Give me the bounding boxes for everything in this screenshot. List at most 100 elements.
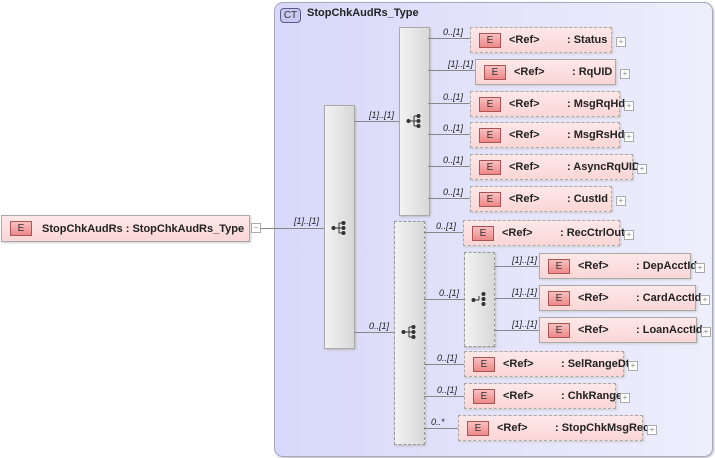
element-name: : CardAcctId [636, 292, 702, 304]
expand-toggle[interactable]: + [624, 230, 634, 240]
cardinality-label: 0..[1] [437, 385, 458, 395]
element-ref[interactable]: E <Ref> : AsyncRqUID [470, 154, 640, 180]
sequence-icon [406, 113, 422, 132]
element-name: : Status [567, 34, 608, 46]
ref-label: <Ref> [509, 161, 540, 173]
element-badge: E [10, 221, 32, 236]
connector [428, 134, 470, 135]
element-badge: E [479, 127, 501, 143]
element-ref[interactable]: E <Ref> : SelRangeDt [464, 351, 629, 377]
element-name: : LoanAcctId [636, 324, 703, 336]
ref-label: <Ref> [578, 260, 609, 272]
element-badge: E [479, 96, 501, 112]
cardinality-label: [1]..[1] [512, 287, 538, 297]
element-name: : StopChkMsgRec [555, 422, 650, 434]
ref-label: <Ref> [509, 129, 540, 141]
ref-label: <Ref> [503, 358, 534, 370]
ref-label: <Ref> [509, 34, 540, 46]
connector [261, 228, 324, 229]
element-ref[interactable]: E <Ref> : StopChkMsgRec [458, 415, 649, 441]
connector [424, 299, 464, 300]
cardinality-label: [1]..[1] [512, 255, 538, 265]
connector [354, 332, 394, 333]
expand-toggle[interactable]: + [628, 361, 638, 371]
ref-label: <Ref> [578, 324, 609, 336]
cardinality-label: [1]..[1] [448, 59, 474, 69]
ref-label: <Ref> [509, 193, 540, 205]
ref-label: <Ref> [514, 66, 545, 78]
ref-label: <Ref> [502, 227, 533, 239]
connector [428, 198, 470, 199]
element-badge: E [473, 388, 495, 404]
element-badge: E [484, 64, 506, 80]
cardinality-label: 0..[1] [439, 288, 460, 298]
cardinality-label: [1]..[1] [512, 319, 538, 329]
expand-toggle[interactable]: + [616, 196, 626, 206]
cardinality-label: [1]..[1] [294, 216, 320, 226]
cardinality-label: 0..[1] [437, 353, 458, 363]
element-name: : AsyncRqUID [567, 161, 640, 173]
element-name: : SelRangeDt [561, 358, 630, 370]
expand-toggle[interactable]: + [701, 327, 711, 337]
cardinality-label: 0..[1] [369, 321, 390, 331]
ref-label: <Ref> [497, 422, 528, 434]
element-badge: E [548, 290, 570, 306]
element-badge: E [473, 356, 495, 372]
collapse-toggle[interactable]: − [251, 223, 261, 233]
expand-toggle[interactable]: + [637, 164, 647, 174]
element-badge: E [548, 258, 570, 274]
sequence-icon [401, 324, 417, 343]
connector [424, 364, 464, 365]
ref-label: <Ref> [578, 292, 609, 304]
element-ref[interactable]: E <Ref>: MsgRsHdr [470, 122, 629, 148]
element-name: : RqUID [572, 66, 613, 78]
connector [424, 232, 463, 233]
element-ref[interactable]: E <Ref> : LoanAcctId [539, 317, 703, 343]
element-ref[interactable]: E <Ref> : CustId [470, 186, 612, 212]
cardinality-label: 0..[1] [443, 27, 464, 37]
connector [428, 70, 475, 71]
connector [424, 396, 464, 397]
expand-toggle[interactable]: + [620, 69, 630, 79]
complex-type-title: StopChkAudRs_Type [307, 7, 419, 19]
expand-toggle[interactable]: + [624, 101, 634, 111]
element-name: : CustId [567, 193, 608, 205]
element-ref[interactable]: E <Ref>: ChkRange [464, 383, 622, 409]
element-ref[interactable]: E <Ref> : RqUID [475, 59, 616, 85]
connector [424, 428, 458, 429]
ref-label: <Ref> [509, 98, 540, 110]
expand-toggle[interactable]: + [616, 37, 626, 47]
root-element[interactable]: E StopChkAudRs : StopChkAudRs_Type [1, 215, 250, 242]
expand-toggle[interactable]: + [700, 295, 710, 305]
expand-toggle[interactable]: + [695, 263, 705, 273]
ref-label: <Ref> [503, 390, 534, 402]
cardinality-label: 0..* [431, 417, 445, 427]
cardinality-label: 0..[1] [443, 187, 464, 197]
element-name: : RecCtrlOut [560, 227, 625, 239]
complex-type-badge: CT [280, 8, 301, 23]
element-ref[interactable]: E <Ref>: DepAcctId [539, 253, 697, 279]
element-ref[interactable]: E <Ref>: RecCtrlOut [463, 220, 625, 246]
root-element-label: StopChkAudRs : StopChkAudRs_Type [42, 222, 245, 235]
connector [494, 330, 539, 331]
cardinality-label: [1]..[1] [369, 110, 395, 120]
expand-toggle[interactable]: + [647, 425, 657, 435]
element-badge: E [479, 159, 501, 175]
connector [428, 166, 470, 167]
element-ref[interactable]: E <Ref>: MsgRqHdr [470, 91, 629, 117]
element-ref[interactable]: E <Ref>: Status [470, 27, 612, 53]
element-badge: E [467, 420, 489, 436]
sequence-icon [331, 220, 347, 239]
element-badge: E [548, 322, 570, 338]
choice-icon [471, 291, 487, 310]
cardinality-label: 0..[1] [443, 123, 464, 133]
connector [354, 121, 399, 122]
connector [428, 38, 470, 39]
expand-toggle[interactable]: + [624, 132, 634, 142]
expand-toggle[interactable]: + [620, 393, 630, 403]
element-badge: E [479, 191, 501, 207]
connector [428, 103, 470, 104]
element-ref[interactable]: E <Ref> : CardAcctId [539, 285, 701, 311]
connector [494, 298, 539, 299]
cardinality-label: 0..[1] [443, 92, 464, 102]
